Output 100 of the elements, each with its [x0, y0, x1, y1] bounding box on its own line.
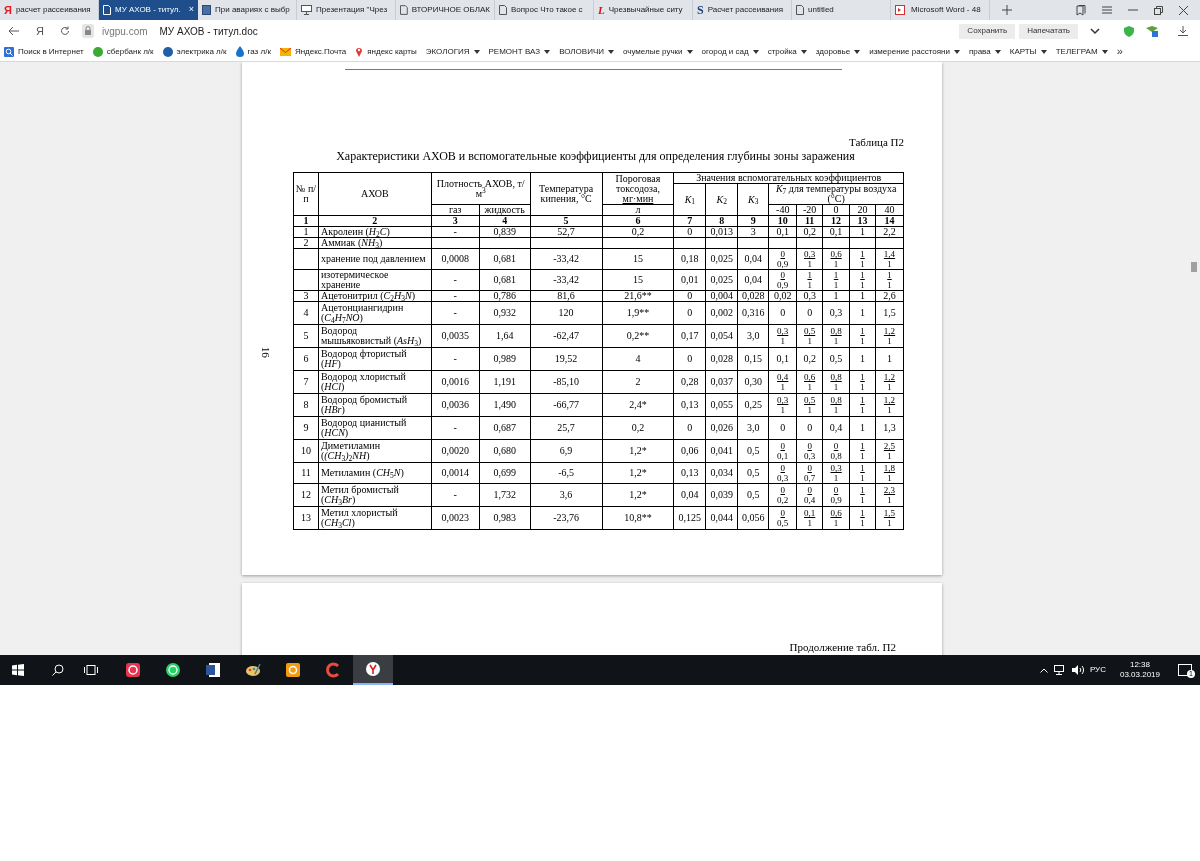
- volume-icon[interactable]: [1071, 665, 1084, 675]
- table-cell: 0,039: [705, 483, 738, 507]
- fraction-cell: 1,4 1: [875, 248, 904, 270]
- bookmark[interactable]: РЕМОНТ ВАЗ: [488, 45, 551, 58]
- table-cell: 0,681: [479, 248, 531, 270]
- table-cell: 2,4*: [602, 393, 674, 417]
- table-cell: 0,04: [673, 483, 706, 507]
- table-cell: 0,044: [705, 506, 738, 530]
- table-cell: 0,025: [705, 248, 738, 270]
- fraction-cell: 0,6 1: [796, 370, 823, 394]
- bookmark[interactable]: здоровье: [815, 45, 861, 58]
- table-cell: 3,6: [530, 483, 603, 507]
- browser-tab[interactable]: МУ АХОВ - титул. ×: [99, 0, 198, 20]
- extension-icon[interactable]: [1146, 25, 1158, 37]
- home-button[interactable]: Я: [36, 22, 44, 40]
- clock-time[interactable]: 12:38: [1129, 660, 1150, 670]
- bookmark[interactable]: очумелые ручки: [622, 45, 693, 58]
- table-cell: 1,3: [875, 416, 904, 440]
- header-cell: K$_{3}$: [737, 183, 769, 216]
- header-cell: -40: [768, 204, 797, 216]
- restore-icon[interactable]: [1154, 5, 1163, 15]
- search-icon[interactable]: [52, 664, 64, 676]
- clock-date[interactable]: 03.03.2019: [1119, 670, 1160, 680]
- table-cell: 2,2: [875, 226, 904, 238]
- header-cell: газ: [431, 204, 480, 216]
- table-cell: -85,10: [530, 370, 603, 394]
- table-cell: Ацетонциангидрин (C$_{4}$H$_{7}$NO): [318, 301, 432, 325]
- table-cell: 0,028: [705, 347, 738, 371]
- bookmark[interactable]: КАРТЫ: [1009, 45, 1047, 58]
- table-cell: 0,026: [705, 416, 738, 440]
- language-indicator[interactable]: РУС: [1089, 664, 1106, 676]
- fraction-cell: 1 1: [849, 483, 876, 507]
- table-cell: 0,01: [673, 269, 706, 291]
- table-cell: 3: [293, 290, 319, 302]
- reload-icon[interactable]: [59, 26, 70, 36]
- windows-icon[interactable]: [12, 664, 24, 676]
- table-cell: 0,2: [602, 416, 674, 440]
- bookmark[interactable]: Яндекс.Почта: [279, 45, 347, 58]
- bookmark[interactable]: права: [968, 45, 1001, 58]
- new-tab-icon[interactable]: [1002, 5, 1012, 15]
- action-button[interactable]: Напечатать: [1019, 23, 1078, 39]
- bookmark[interactable]: ВОЛОВИЧИ: [559, 45, 614, 58]
- fraction-cell: 0,3 1: [796, 248, 823, 270]
- bookmark[interactable]: ЭКОЛОГИЯ: [425, 45, 480, 58]
- table-cell: 0,687: [479, 416, 531, 440]
- download-icon[interactable]: [1178, 26, 1188, 36]
- bookmark[interactable]: газ л/к: [235, 45, 271, 58]
- table-cell: Водород мышьяковистый (AsH$_{3}$): [318, 324, 432, 348]
- header-cell: Температура кипения, °С: [530, 172, 603, 216]
- bookmarks-icon[interactable]: [1076, 4, 1086, 16]
- fraction-cell: 0 0,7: [796, 462, 823, 484]
- table-cell: 0,037: [705, 370, 738, 394]
- bookmark[interactable]: ТЕЛЕГРАМ: [1055, 45, 1108, 58]
- url-domain[interactable]: ivgpu.com: [101, 23, 148, 39]
- table-cell: 0,681: [479, 269, 531, 291]
- monitor-icon: [301, 5, 312, 15]
- table-cell: 0,041: [705, 439, 738, 463]
- table-cell: хранение под давлением: [318, 248, 432, 270]
- bookmark[interactable]: сбербанк л/к: [92, 45, 154, 58]
- close-icon[interactable]: ×: [188, 3, 194, 17]
- table-cell: 4: [293, 301, 319, 325]
- close-icon[interactable]: [1179, 5, 1188, 15]
- bookmark[interactable]: стройка: [767, 45, 807, 58]
- scrollbar-thumb[interactable]: [1191, 262, 1197, 272]
- bookmark[interactable]: Поиск в Интернет: [4, 45, 84, 58]
- shield-icon[interactable]: [1124, 25, 1134, 37]
- fraction-cell: 2,5 1: [875, 439, 904, 463]
- fraction-cell: 0 0,5: [768, 506, 797, 530]
- action-button[interactable]: Сохранить: [959, 23, 1016, 39]
- table-cell: -: [431, 416, 480, 440]
- table-cell: 0: [768, 301, 797, 325]
- map-pin-icon: [355, 46, 364, 57]
- table-cell: 0: [673, 301, 706, 325]
- table-cell: 25,7: [530, 416, 603, 440]
- table-cell: 4: [602, 347, 674, 371]
- fraction-cell: 1 1: [849, 462, 876, 484]
- fraction-cell: 0 0,9: [822, 483, 850, 507]
- chevron-down-icon[interactable]: [1090, 27, 1100, 35]
- header-cell: 2: [318, 215, 432, 227]
- back-icon[interactable]: [8, 26, 20, 36]
- table-cell: 1: [849, 226, 876, 238]
- bookmark[interactable]: огород и сад: [701, 45, 759, 58]
- table-cell: -: [431, 347, 480, 371]
- bookmark[interactable]: электрика л/к: [162, 45, 227, 58]
- header-cell: 20: [849, 204, 876, 216]
- header-cell: 11: [796, 215, 823, 227]
- header-cell: 4: [479, 215, 531, 227]
- table-cell: 0,15: [737, 347, 769, 371]
- table-cell: -: [431, 269, 480, 291]
- page-number: 16: [258, 346, 273, 358]
- bookmark[interactable]: яндекс карты: [355, 45, 417, 58]
- task-view-icon[interactable]: [84, 665, 98, 675]
- taskbar-app-button[interactable]: [353, 655, 393, 685]
- chevron-up-icon[interactable]: [1039, 667, 1048, 673]
- table-cell: Акролеин (H$_{2}$C): [318, 226, 432, 238]
- more-bookmarks-button[interactable]: »: [1116, 43, 1123, 60]
- bookmark[interactable]: измерение расстояни: [869, 45, 960, 58]
- table-cell: 1: [875, 347, 904, 371]
- book-icon: [202, 5, 211, 15]
- network-icon[interactable]: [1053, 665, 1066, 675]
